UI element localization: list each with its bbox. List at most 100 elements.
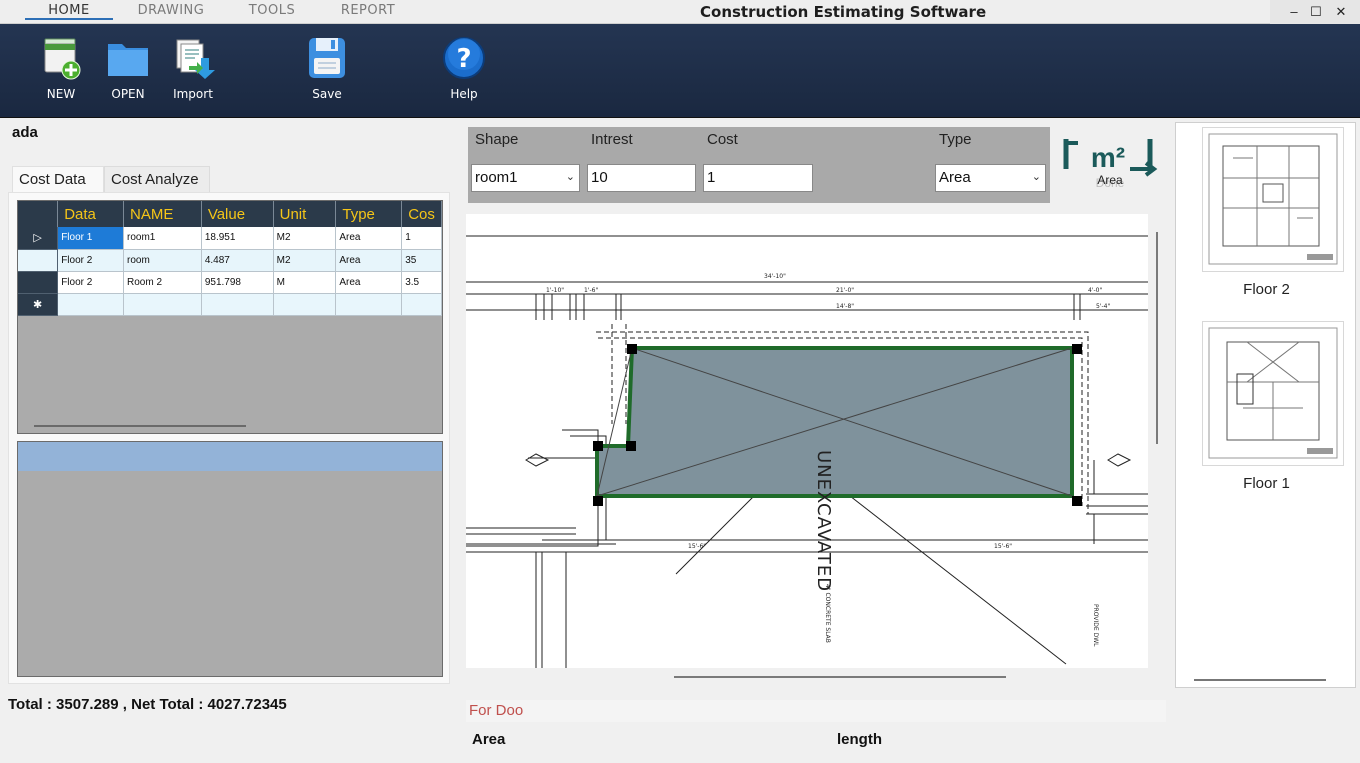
chevron-down-icon: ⌄ xyxy=(565,171,575,183)
new-cell[interactable] xyxy=(123,293,202,316)
cost-data-grid[interactable]: Data NAME Value Unit Type Cos ▷ Floor 1 … xyxy=(17,200,443,434)
tab-cost-analyze[interactable]: Cost Analyze xyxy=(104,166,210,193)
row-selector[interactable] xyxy=(18,249,59,272)
save-button[interactable]: Save xyxy=(297,36,357,101)
cost-input[interactable]: 1 xyxy=(703,164,813,192)
column-header-data[interactable]: Data xyxy=(57,201,125,227)
menu-tab-report[interactable]: REPORT xyxy=(324,3,412,18)
cell-cost[interactable]: 1 xyxy=(401,227,442,250)
ribbon-toolbar: NEW OPEN Import Save ? Help xyxy=(0,24,1360,118)
help-button[interactable]: ? Help xyxy=(434,36,494,101)
dim-label: 15'-6" xyxy=(688,543,706,550)
vertex-handle[interactable] xyxy=(1072,496,1082,506)
maximize-button[interactable]: ☐ xyxy=(1302,0,1330,24)
cell-value[interactable]: 18.951 xyxy=(201,227,274,250)
row-selector[interactable] xyxy=(18,271,59,294)
cell-name[interactable]: room1 xyxy=(123,227,202,250)
cell-type[interactable]: Area xyxy=(335,249,403,272)
title-bar: HOME DRAWING TOOLS REPORT Construction E… xyxy=(0,0,1360,24)
drawing-canvas[interactable]: 34'-10" 21'-0" 14'-8" 4'-0" 5'-4" 1'-10"… xyxy=(466,214,1148,668)
vertex-handle[interactable] xyxy=(593,441,603,451)
floors-horizontal-scrollbar[interactable] xyxy=(1194,679,1326,681)
svg-text:PROVIDE DWL: PROVIDE DWL xyxy=(1092,604,1099,647)
open-label: OPEN xyxy=(111,87,145,101)
area-tool-button[interactable]: m² Done Area xyxy=(1060,135,1158,191)
floor-1-label[interactable]: Floor 1 xyxy=(1176,475,1357,492)
cell-type[interactable]: Area xyxy=(335,227,403,250)
app-title: Construction Estimating Software xyxy=(700,3,987,21)
new-cell[interactable] xyxy=(201,293,274,316)
svg-text:4" CONCRETE SLAB: 4" CONCRETE SLAB xyxy=(824,584,831,643)
vertex-handle[interactable] xyxy=(1072,344,1082,354)
cell-cost[interactable]: 35 xyxy=(401,249,442,272)
cell-data[interactable]: Floor 1 xyxy=(57,227,125,250)
close-button[interactable]: ✕ xyxy=(1327,0,1355,24)
area-caption: Area xyxy=(1097,173,1123,187)
table-row[interactable]: Floor 2 room 4.487 M2 Area 35 xyxy=(18,249,442,272)
column-header-cost[interactable]: Cos xyxy=(401,201,442,227)
canvas-horizontal-scrollbar[interactable] xyxy=(674,676,1006,678)
menu-tab-home[interactable]: HOME xyxy=(25,3,113,18)
app-window: HOME DRAWING TOOLS REPORT Construction E… xyxy=(0,0,1360,763)
vertex-handle[interactable] xyxy=(626,441,636,451)
floor-1-thumbnail[interactable] xyxy=(1202,321,1344,466)
floors-panel: Floor 2 Floor 1 xyxy=(1175,122,1356,688)
length-summary-label: length xyxy=(837,731,882,748)
cell-cost[interactable]: 3.5 xyxy=(401,271,442,294)
type-select-value: Area xyxy=(939,169,971,186)
import-button[interactable]: Import xyxy=(163,36,223,101)
menu-tab-drawing[interactable]: DRAWING xyxy=(127,3,215,18)
measurement-summary: Area length xyxy=(466,728,1166,754)
import-icon xyxy=(176,39,215,79)
new-row[interactable]: ✱ xyxy=(18,293,442,316)
area-measure-icon: m² Done Area xyxy=(1063,139,1158,190)
type-select[interactable]: Area ⌄ xyxy=(935,164,1046,192)
open-button[interactable]: OPEN xyxy=(98,36,158,101)
new-cell[interactable] xyxy=(273,293,337,316)
new-cell[interactable] xyxy=(57,293,125,316)
area-summary-label: Area xyxy=(472,731,506,748)
menu-tab-tools[interactable]: TOOLS xyxy=(228,3,316,18)
cell-data[interactable]: Floor 2 xyxy=(57,249,125,272)
cell-unit[interactable]: M xyxy=(273,271,337,294)
cell-unit[interactable]: M2 xyxy=(273,227,337,250)
canvas-vertical-scrollbar[interactable] xyxy=(1156,232,1158,444)
room-label: UNEXCAVATED xyxy=(813,450,834,592)
cell-type[interactable]: Area xyxy=(335,271,403,294)
cell-data[interactable]: Floor 2 xyxy=(57,271,125,294)
interest-input[interactable]: 10 xyxy=(587,164,696,192)
cost-label: Cost xyxy=(707,131,738,148)
new-cell[interactable] xyxy=(335,293,403,316)
cell-unit[interactable]: M2 xyxy=(273,249,337,272)
vertex-handle[interactable] xyxy=(593,496,603,506)
active-tab-indicator xyxy=(25,18,113,20)
dim-label: 15'-6" xyxy=(994,543,1012,550)
secondary-grid[interactable] xyxy=(17,441,443,677)
cell-value[interactable]: 4.487 xyxy=(201,249,274,272)
cell-value[interactable]: 951.798 xyxy=(201,271,274,294)
shape-select[interactable]: room1 ⌄ xyxy=(471,164,580,192)
row-selector[interactable]: ▷ xyxy=(18,227,59,250)
grid-horizontal-scrollbar[interactable] xyxy=(34,425,246,427)
new-row-marker[interactable]: ✱ xyxy=(18,293,59,316)
column-header-type[interactable]: Type xyxy=(335,201,403,227)
save-label: Save xyxy=(312,87,342,101)
tab-cost-data[interactable]: Cost Data xyxy=(12,166,104,193)
cell-name[interactable]: room xyxy=(123,249,202,272)
column-header-name[interactable]: NAME xyxy=(123,201,202,227)
new-button[interactable]: NEW xyxy=(31,36,91,101)
table-row[interactable]: Floor 2 Room 2 951.798 M Area 3.5 xyxy=(18,271,442,294)
cell-name[interactable]: Room 2 xyxy=(123,271,202,294)
column-header-unit[interactable]: Unit xyxy=(273,201,337,227)
dim-label: 34'-10" xyxy=(764,273,786,280)
type-label: Type xyxy=(939,131,972,148)
column-header-value[interactable]: Value xyxy=(201,201,274,227)
table-row[interactable]: ▷ Floor 1 room1 18.951 M2 Area 1 xyxy=(18,227,442,250)
new-cell[interactable] xyxy=(401,293,442,316)
floor-2-label[interactable]: Floor 2 xyxy=(1176,281,1357,298)
floor-2-thumbnail[interactable] xyxy=(1202,127,1344,272)
dim-label: 1'-10" xyxy=(546,287,564,294)
shape-label: Shape xyxy=(475,131,519,148)
vertex-handle[interactable] xyxy=(627,344,637,354)
interest-label: Intrest xyxy=(591,131,633,148)
